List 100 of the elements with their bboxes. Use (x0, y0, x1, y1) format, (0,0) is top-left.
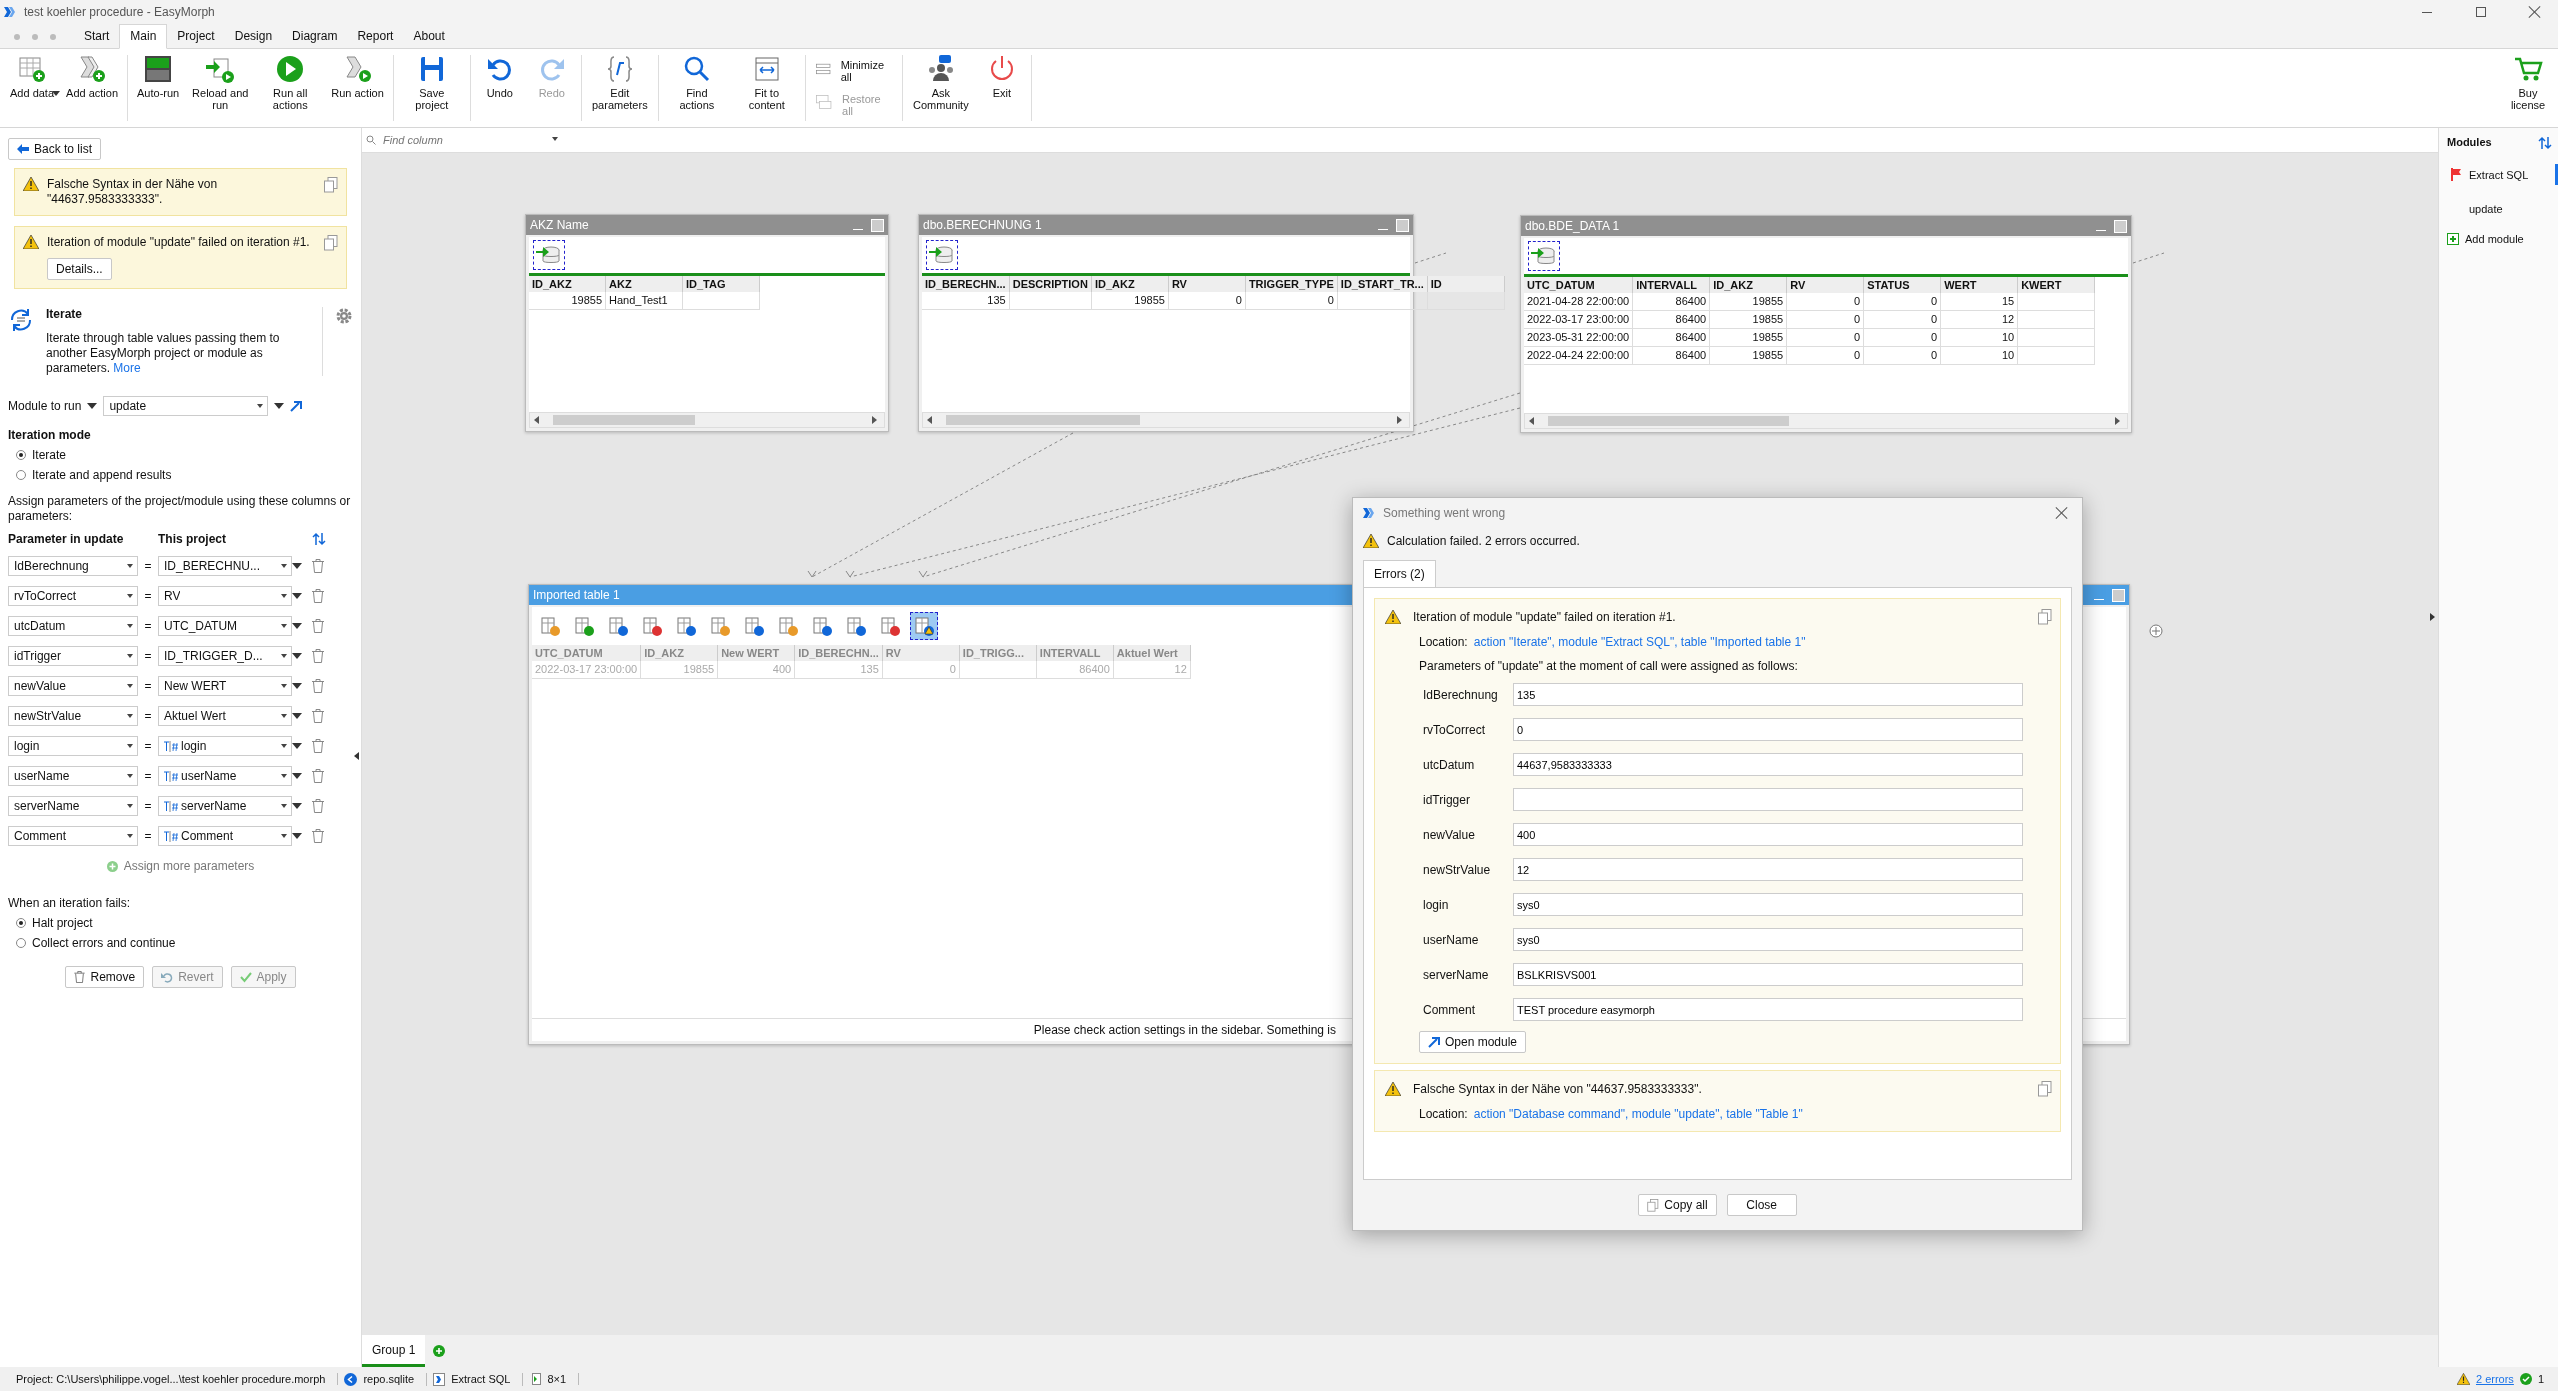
add-group-icon[interactable] (433, 1345, 446, 1357)
edit-params-button[interactable]: Edit parameters (584, 51, 655, 125)
column-header[interactable]: ID_AKZ (1710, 277, 1788, 293)
copy-button[interactable]: Copy all (1638, 1194, 1717, 1216)
column-header[interactable]: WERT (1941, 277, 2019, 293)
source-select[interactable]: ID_BERECHNU... (158, 556, 292, 576)
source-select[interactable]: RV (158, 586, 292, 606)
menu-tab[interactable]: Main (119, 24, 168, 49)
more-link[interactable]: More (113, 361, 141, 375)
run-action-button[interactable]: Run action (325, 51, 390, 125)
settings-icon[interactable] (335, 307, 353, 325)
find-actions-button[interactable]: Find actions (661, 51, 732, 125)
column-header[interactable]: ID_TAG (683, 276, 760, 292)
parameter-select[interactable]: userName (8, 766, 138, 786)
repository-name[interactable]: repo.sqlite (363, 1373, 415, 1385)
parameter-value-field[interactable]: sys0 (1513, 893, 2023, 916)
remove-button[interactable]: Remove (65, 966, 145, 988)
plus-circle-icon[interactable] (2149, 624, 2163, 638)
source-select[interactable]: ID_TRIGGER_D... (158, 646, 292, 666)
menu-tab[interactable]: Diagram (282, 25, 348, 48)
copy-icon[interactable] (2038, 1081, 2052, 1097)
menu-tab[interactable]: Project (167, 25, 225, 48)
column-header[interactable]: ID_AKZ (529, 276, 606, 292)
column-header[interactable]: DESCRIPTION (1009, 276, 1092, 292)
parameter-select[interactable]: newValue (8, 676, 138, 696)
trash-icon[interactable] (312, 619, 324, 633)
horizontal-scrollbar[interactable] (1524, 413, 2128, 429)
parameter-select[interactable]: rvToCorrect (8, 586, 138, 606)
minimize-icon[interactable] (2094, 598, 2104, 600)
column-header[interactable]: TRIGGER_TYPE (1245, 276, 1338, 292)
column-header[interactable]: ID_AKZ (1091, 276, 1169, 292)
save-button[interactable]: Save project (396, 51, 467, 125)
details-button[interactable]: Details... (47, 258, 112, 280)
maximize-icon[interactable] (1396, 218, 1409, 232)
menu-tab[interactable]: About (403, 25, 455, 48)
source-select[interactable]: serverName (158, 796, 292, 816)
parameter-value-field[interactable]: 12 (1513, 858, 2023, 881)
maximize-icon[interactable] (2114, 219, 2127, 233)
column-header[interactable]: KWERT (2018, 277, 2096, 293)
trash-icon[interactable] (312, 829, 324, 843)
auto-run-button[interactable]: Auto-run (131, 51, 186, 125)
undo-button[interactable]: Undo (473, 51, 526, 125)
add-action-button[interactable]: Add action (60, 51, 125, 125)
column-header[interactable]: UTC_DATUM (1524, 277, 1634, 293)
buy-license-button[interactable]: Buy license (2502, 51, 2554, 125)
parameter-select[interactable]: newStrValue (8, 706, 138, 726)
horizontal-scrollbar[interactable] (529, 412, 885, 428)
fit-button[interactable]: Fit to content (731, 51, 802, 125)
module-item[interactable]: update (2447, 199, 2558, 219)
database-import-icon[interactable] (533, 240, 565, 270)
menu-tab[interactable]: Start (74, 25, 120, 48)
module-item[interactable]: Extract SQL (2447, 164, 2558, 185)
module-name[interactable]: Extract SQL (451, 1373, 511, 1385)
column-header[interactable]: INTERVALL (1633, 277, 1711, 293)
maximize-icon[interactable] (2112, 588, 2125, 602)
parameter-value-field[interactable]: sys0 (1513, 928, 2023, 951)
parameter-value-field[interactable]: BSLKRISVS001 (1513, 963, 2023, 986)
column-header[interactable]: RV (1168, 276, 1246, 292)
back-button[interactable]: Back to list (8, 138, 102, 160)
parameter-value-field[interactable] (1513, 788, 2023, 811)
trash-icon[interactable] (312, 679, 324, 693)
run-all-button[interactable]: Run all actions (255, 51, 326, 125)
column-header[interactable]: ID_START_TR... (1337, 276, 1428, 292)
parameter-select[interactable]: utcDatum (8, 616, 138, 636)
sort-arrows-icon[interactable] (2538, 136, 2552, 150)
trash-icon[interactable] (312, 649, 324, 663)
parameter-value-field[interactable]: 0 (1513, 718, 2023, 741)
parameter-select[interactable]: idTrigger (8, 646, 138, 666)
copy-icon[interactable] (324, 177, 338, 193)
assign-more-button[interactable]: Assign more parameters (100, 858, 261, 874)
menu-tab[interactable]: Report (347, 25, 404, 48)
open-module-button[interactable]: Open module (1419, 1031, 1527, 1053)
errors-link[interactable]: 2 errors (2475, 1373, 2514, 1385)
column-header[interactable]: AKZ (606, 276, 683, 292)
source-select[interactable]: Comment (158, 826, 292, 846)
maximize-icon[interactable] (871, 218, 884, 232)
column-header[interactable]: RV (1787, 277, 1865, 293)
reload-run-button[interactable]: Reload and run (185, 51, 256, 125)
source-select[interactable]: UTC_DATUM (158, 616, 292, 636)
database-import-icon[interactable] (1528, 241, 1560, 271)
location-link[interactable]: action "Database command", module "update", table "Table 1" (1473, 1107, 1803, 1121)
add-module-button[interactable]: Add module (2447, 233, 2558, 245)
menu-tab[interactable]: Design (224, 25, 283, 48)
parameter-select[interactable]: serverName (8, 796, 138, 816)
module-select[interactable]: update (103, 396, 269, 416)
trash-icon[interactable] (312, 589, 324, 603)
errors-tab[interactable]: Errors (2) (1363, 560, 1436, 587)
source-select[interactable]: userName (158, 766, 292, 786)
horizontal-scrollbar[interactable] (922, 412, 1410, 428)
copy-icon[interactable] (324, 235, 338, 251)
parameter-value-field[interactable]: 400 (1513, 823, 2023, 846)
parameter-value-field[interactable]: TEST procedure easymorph (1513, 998, 2023, 1021)
add-data-button[interactable]: Add data (4, 51, 61, 125)
parameter-value-field[interactable]: 44637,9583333333 (1513, 753, 2023, 776)
column-header[interactable]: ID (1427, 276, 1505, 292)
parameter-value-field[interactable]: 135 (1513, 683, 2023, 706)
minimize-button[interactable]: Minimize all (808, 57, 899, 85)
trash-icon[interactable] (312, 799, 324, 813)
copy-icon[interactable] (2038, 609, 2052, 625)
community-button[interactable]: Ask Community (905, 51, 976, 125)
